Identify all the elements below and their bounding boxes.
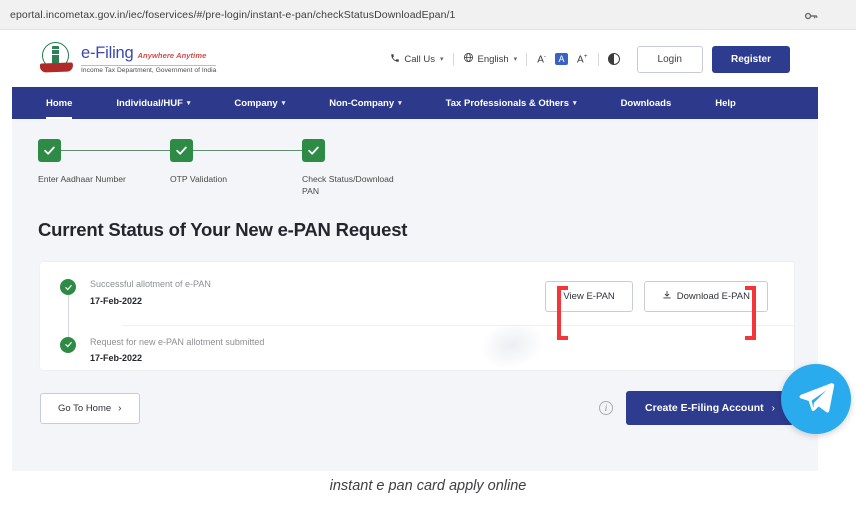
language-label: English: [477, 53, 509, 65]
call-us-label: Call Us: [404, 53, 435, 65]
telegram-float-button[interactable]: [781, 364, 851, 434]
brand-tagline: Anywhere Anytime: [137, 51, 207, 60]
nav-item-downloads[interactable]: Downloads: [599, 87, 694, 119]
check-icon: [170, 139, 193, 162]
browser-address-bar[interactable]: eportal.incometax.gov.in/iec/foservices/…: [0, 0, 856, 30]
step-label: OTP Validation: [170, 174, 228, 184]
info-icon[interactable]: i: [599, 401, 614, 415]
timeline-item: Successful allotment of e-PAN 17-Feb-202…: [60, 279, 264, 343]
call-us-dropdown[interactable]: Call Us ▾: [381, 53, 452, 66]
watermark: [475, 314, 549, 376]
step-check-status[interactable]: Check Status/Download PAN: [302, 139, 407, 197]
nav-label: Non-Company: [329, 97, 395, 109]
font-decrease-button[interactable]: A-: [537, 53, 546, 65]
header-tools: Call Us ▾ English ▾ A- A A+ Login Regist…: [381, 45, 790, 73]
bottom-right-group: i Create E-Filing Account ›: [599, 391, 794, 425]
go-to-home-button[interactable]: Go To Home ›: [40, 392, 140, 424]
nav-item-individual-huf[interactable]: Individual/HUF ▾: [94, 87, 212, 119]
nav-label: Downloads: [620, 97, 672, 109]
download-epan-label: Download E-PAN: [676, 291, 750, 302]
check-icon: [38, 139, 61, 162]
nav-item-non-company[interactable]: Non-Company ▾: [307, 87, 423, 119]
site-header: e-Filing Anywhere Anytime Income Tax Dep…: [12, 31, 818, 87]
card-actions: View E-PAN Download E-PAN: [545, 281, 768, 340]
font-normal-button[interactable]: A: [555, 52, 569, 65]
font-decrease-label: A: [537, 54, 544, 66]
india-emblem-icon: [39, 42, 74, 76]
key-icon: [804, 9, 818, 21]
step-label: Check Status/Download PAN: [302, 174, 394, 196]
check-icon: [302, 139, 325, 162]
address-bar-url[interactable]: eportal.incometax.gov.in/iec/foservices/…: [0, 9, 455, 21]
nav-label: Home: [46, 97, 73, 109]
nav-label: Individual/HUF: [116, 97, 183, 109]
nav-item-home[interactable]: Home: [38, 87, 94, 119]
font-increase-button[interactable]: A+: [577, 53, 587, 65]
timeline-date: 17-Feb-2022: [90, 353, 143, 364]
check-circle-icon: [60, 336, 76, 353]
font-increase-sup: +: [583, 52, 588, 60]
font-increase-label: A: [577, 54, 584, 66]
download-icon: [662, 290, 672, 303]
page-title: Current Status of Your New e-PAN Request: [38, 219, 408, 240]
step-enter-aadhaar[interactable]: Enter Aadhaar Number: [38, 139, 143, 186]
timeline-title: Request for new e-PAN allotment submitte…: [90, 336, 265, 347]
view-epan-label: View E-PAN: [563, 291, 615, 302]
chevron-down-icon: ▾: [573, 100, 577, 107]
timeline-date: 17-Feb-2022: [90, 295, 143, 306]
status-timeline: Successful allotment of e-PAN 17-Feb-202…: [60, 279, 264, 363]
create-account-label: Create E-Filing Account: [645, 402, 764, 414]
nav-item-tax-professionals[interactable]: Tax Professionals & Others ▾: [424, 87, 599, 119]
timeline-item: Request for new e-PAN allotment submitte…: [60, 336, 265, 364]
nav-item-company[interactable]: Company ▾: [212, 87, 307, 119]
language-dropdown[interactable]: English ▾: [454, 52, 527, 66]
screenshot-root: eportal.incometax.gov.in/iec/foservices/…: [0, 0, 856, 507]
brand-subtitle: Income Tax Department, Government of Ind…: [81, 64, 217, 74]
timeline-connector: [67, 295, 69, 343]
globe-icon: [463, 52, 474, 66]
annotation-bracket-right: [745, 286, 756, 340]
nav-item-help[interactable]: Help: [693, 87, 758, 119]
chevron-right-icon: ›: [118, 402, 122, 414]
step-otp-validation[interactable]: OTP Validation: [170, 139, 275, 186]
phone-icon: [390, 53, 400, 66]
contrast-toggle[interactable]: [599, 53, 629, 65]
bottom-action-bar: Go To Home › i Create E-Filing Account ›: [40, 391, 794, 425]
annotation-bracket-left: [557, 286, 569, 340]
nav-label: Tax Professionals & Others: [445, 97, 570, 109]
chevron-down-icon: ▾: [281, 100, 286, 107]
register-button[interactable]: Register: [711, 45, 790, 73]
create-efiling-account-button[interactable]: Create E-Filing Account ›: [626, 391, 794, 425]
progress-stepper: Enter Aadhaar Number OTP Validation Chec…: [38, 139, 818, 201]
telegram-icon: [796, 377, 836, 422]
chevron-down-icon: ▾: [439, 56, 444, 63]
font-size-controls: A- A A+: [527, 53, 597, 65]
check-circle-icon: [60, 279, 76, 295]
chevron-down-icon: ▾: [513, 56, 518, 63]
timeline-title: Successful allotment of e-PAN: [90, 279, 211, 289]
contrast-icon: [607, 53, 620, 65]
chevron-right-icon: ›: [771, 402, 775, 414]
chevron-down-icon: ▾: [186, 100, 191, 107]
main-navigation: Home Individual/HUF ▾ Company ▾ Non-Comp…: [12, 87, 818, 119]
site-page: e-Filing Anywhere Anytime Income Tax Dep…: [12, 31, 818, 471]
font-decrease-sup: -: [543, 52, 547, 60]
brand-text: e-Filing Anywhere Anytime Income Tax Dep…: [81, 44, 217, 74]
brand-logo[interactable]: e-Filing Anywhere Anytime Income Tax Dep…: [39, 42, 217, 76]
chevron-down-icon: ▾: [398, 100, 402, 107]
login-button[interactable]: Login: [636, 45, 703, 73]
nav-label: Company: [234, 97, 278, 109]
image-caption: instant e pan card apply online: [329, 478, 527, 494]
go-to-home-label: Go To Home: [58, 402, 112, 414]
status-card: Successful allotment of e-PAN 17-Feb-202…: [40, 262, 794, 376]
nav-label: Help: [715, 97, 736, 109]
step-label: Enter Aadhaar Number: [38, 174, 126, 184]
brand-name: e-Filing: [81, 44, 134, 62]
